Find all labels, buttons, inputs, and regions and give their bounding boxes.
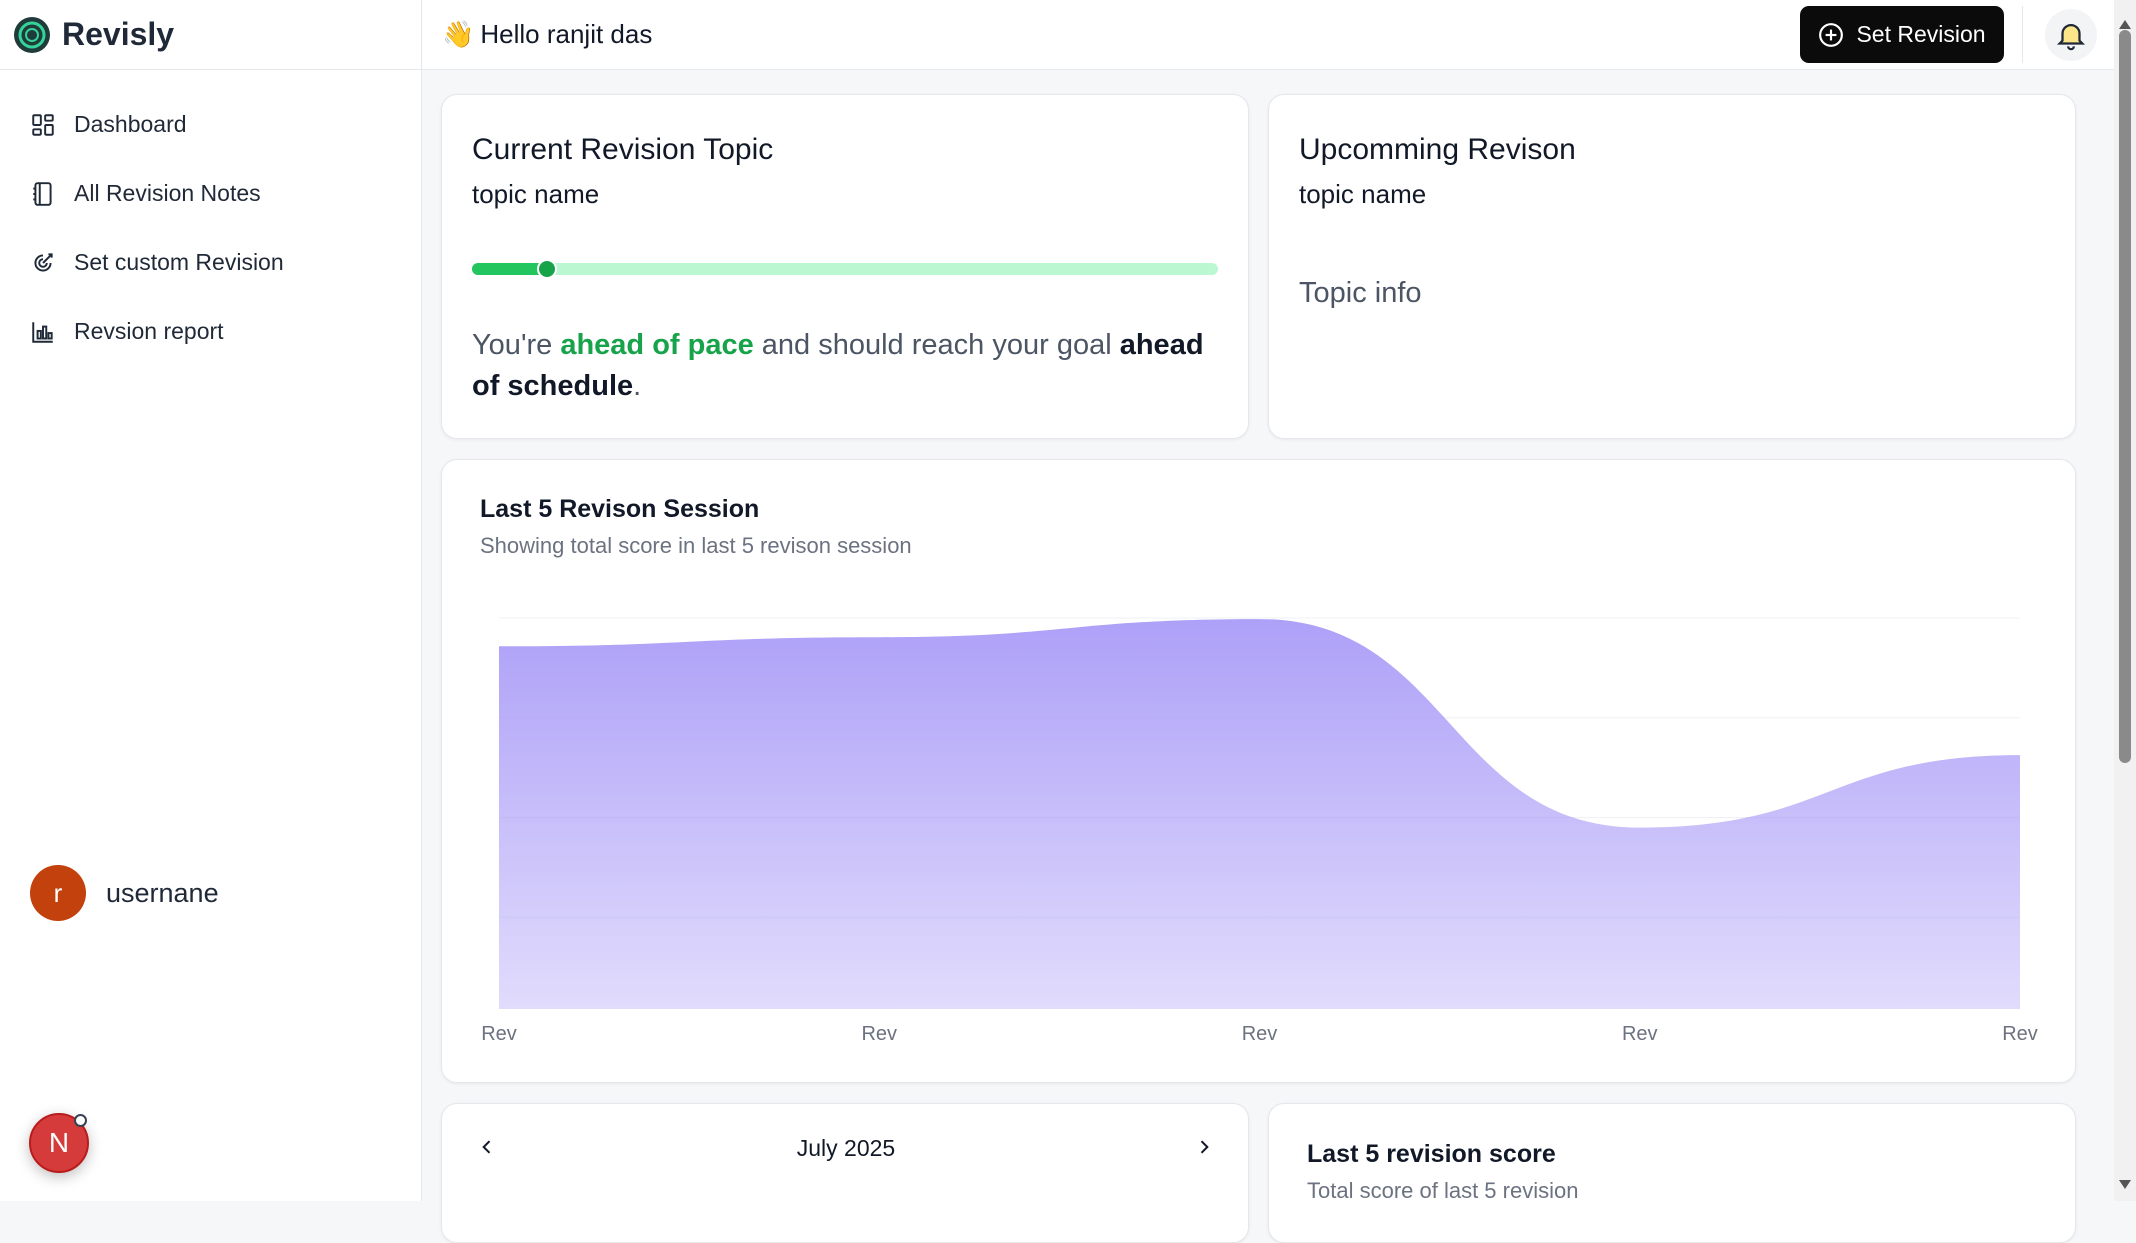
brand[interactable]: Revisly <box>0 0 421 70</box>
header-divider <box>2022 6 2023 63</box>
bar-chart-icon <box>32 321 53 343</box>
pace-message: You're ahead of pace and should reach yo… <box>472 329 1204 402</box>
wave-icon: 👋 <box>442 19 475 49</box>
notifications-button[interactable] <box>2045 9 2097 61</box>
notebook-icon <box>33 181 52 206</box>
progress-fill <box>472 263 547 275</box>
bell-icon <box>2056 24 2086 51</box>
scroll-up-arrow[interactable] <box>2119 20 2131 29</box>
target-icon <box>34 252 53 272</box>
sidebar-item-all-revision-notes[interactable]: All Revision Notes <box>0 159 421 228</box>
set-revision-label: Set Revision <box>1856 21 1986 47</box>
topic-info: Topic info <box>1299 277 1422 309</box>
top-header: 👋 Hello ranjit das Set Revision <box>422 0 2114 70</box>
next-month-button[interactable] <box>1189 1132 1219 1162</box>
sidebar-item-label: Dashboard <box>74 111 187 137</box>
topic-name: topic name <box>472 179 600 209</box>
current-revision-card: Current Revision Topic topic name You're… <box>441 94 1249 439</box>
app-name: Revisly <box>62 16 175 52</box>
plus-circle-icon <box>1819 22 1844 47</box>
sidebar-item-label: All Revision Notes <box>74 180 261 206</box>
sidebar-item-revision-report[interactable]: Revsion report <box>0 297 421 366</box>
chevron-right-icon <box>1200 1140 1209 1154</box>
notification-dot <box>74 1114 87 1127</box>
username: usernane <box>106 877 219 908</box>
calendar-month: July 2025 <box>796 1135 896 1161</box>
score-subtitle: Total score of last 5 revision <box>1307 1178 1579 1203</box>
greeting: 👋 Hello ranjit das <box>442 19 652 50</box>
area-chart: Rev Rev Rev Rev Rev <box>481 617 2038 1045</box>
session-chart-card: Last 5 Revison Session Showing total sco… <box>441 459 2076 1083</box>
scroll-thumb[interactable] <box>2119 30 2131 763</box>
x-tick-label: Rev <box>861 1023 897 1045</box>
revision-progress-bar <box>472 259 1218 279</box>
series-area <box>499 619 2020 1009</box>
card-title: Current Revision Topic <box>472 133 774 166</box>
set-revision-button[interactable]: Set Revision <box>1800 6 2004 63</box>
page-scrollbar[interactable] <box>2114 0 2136 1201</box>
progress-thumb <box>536 259 557 279</box>
scroll-down-arrow[interactable] <box>2119 1180 2131 1189</box>
x-tick-label: Rev <box>1242 1023 1278 1045</box>
user-profile[interactable]: r usernane <box>30 865 219 921</box>
x-tick-label: Rev <box>1622 1023 1658 1045</box>
card-title: Upcomming Revison <box>1299 133 1576 166</box>
greeting-text: Hello ranjit das <box>480 19 653 49</box>
sidebar-item-label: Set custom Revision <box>74 249 284 275</box>
score-title: Last 5 revision score <box>1307 1140 1556 1168</box>
x-tick-label: Rev <box>2002 1023 2038 1045</box>
topic-name: topic name <box>1299 179 1427 209</box>
sidebar-item-dashboard[interactable]: Dashboard <box>0 90 421 159</box>
revisly-logo-icon <box>14 16 50 53</box>
sidebar: Revisly Dashboard All Revision Notes Set… <box>0 0 422 1201</box>
sidebar-nav: Dashboard All Revision Notes Set custom … <box>0 90 421 366</box>
avatar: r <box>30 865 86 921</box>
calendar-card: July 2025 <box>441 1103 1249 1243</box>
revision-score-card: Last 5 revision score Total score of las… <box>1268 1103 2076 1243</box>
upcoming-revision-card: Upcomming Revison topic name Topic info <box>1268 94 2076 439</box>
sidebar-item-label: Revsion report <box>74 318 224 344</box>
dashboard-icon <box>32 113 54 136</box>
sidebar-item-set-custom-revision[interactable]: Set custom Revision <box>0 228 421 297</box>
x-tick-label: Rev <box>481 1023 517 1045</box>
